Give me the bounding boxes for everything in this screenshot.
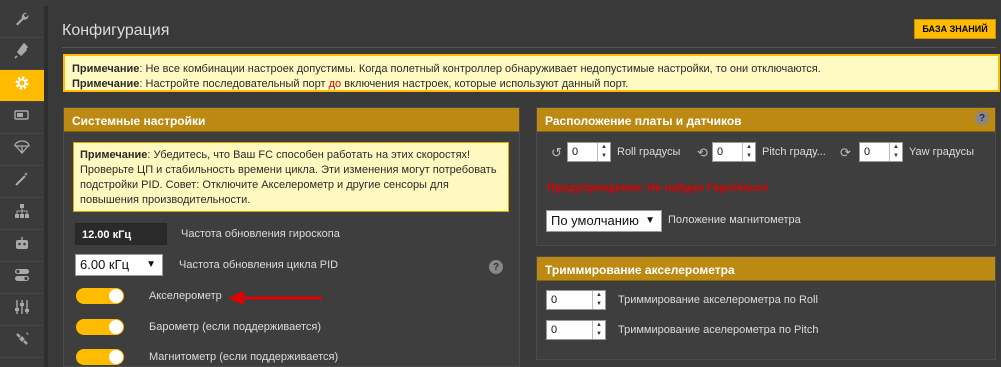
parachute-icon (14, 139, 30, 160)
board-alignment-panel: Расположение платы и датчиков ? ↺ 0 ▲ ▼ Ro… (536, 107, 996, 246)
accel-trim-panel: Триммирование акселерометра 0 ▲ ▼ Триммиро… (536, 256, 996, 360)
toggle-knob (109, 350, 123, 364)
main-content: Конфигурация БАЗА ЗНАНИЙ Примечание: Не … (48, 6, 1001, 367)
magic-wand-icon (14, 171, 30, 192)
sidebar-item-presets[interactable] (0, 166, 44, 198)
title-divider (62, 47, 996, 48)
wiki-button[interactable]: БАЗА ЗНАНИЙ (914, 19, 996, 39)
top-note-line-2: Примечание: Настройте последовательный п… (72, 78, 629, 90)
red-arrow-annotation (228, 291, 322, 305)
plug-icon (14, 42, 30, 64)
accel-trim-roll-label: Триммирование акселерометра по Roll (618, 294, 818, 306)
system-settings-title: Системные настройки (64, 108, 519, 132)
pid-rate-select[interactable]: 6.00 кГц ▼ (75, 254, 163, 276)
chevron-down-icon: ▼ (645, 215, 655, 226)
toggle-knob (109, 320, 123, 334)
sidebar-item-gps[interactable] (0, 326, 44, 358)
sidebar (0, 0, 44, 367)
mag-alignment-label: Положение магнитометра (668, 214, 801, 226)
barometer-label: Барометр (если поддерживается) (149, 321, 322, 333)
battery-icon (14, 107, 30, 128)
accel-trim-title: Триммирование акселерометра (537, 257, 995, 281)
sliders-icon (14, 299, 30, 320)
sidebar-item-configuration[interactable] (0, 70, 44, 102)
pitch-degrees-label: Pitch граду... (762, 146, 826, 158)
sidebar-item-adjustments[interactable] (0, 262, 44, 294)
pitch-degrees-input[interactable]: 0 ▲ ▼ (712, 142, 756, 162)
sidebar-item-receiver[interactable] (0, 198, 44, 230)
satellite-icon (14, 331, 30, 352)
roll-degrees-label: Roll градусы (617, 146, 681, 158)
sidebar-item-servos[interactable] (0, 294, 44, 326)
barometer-toggle[interactable] (76, 319, 124, 335)
roll-icon: ↺ (551, 145, 562, 160)
gyro-rate-label: Частота обновления гироскопа (181, 228, 340, 240)
pitch-icon: ⟲ (697, 145, 708, 160)
roll-degrees-input[interactable]: 0 ▲ ▼ (567, 142, 611, 162)
robot-icon (14, 235, 30, 256)
help-icon[interactable]: ? (489, 260, 503, 274)
gear-icon (14, 75, 30, 96)
chevron-down-icon: ▼ (146, 259, 156, 270)
magnetometer-label: Магнитометр (если поддерживается) (149, 351, 339, 363)
board-alignment-title: Расположение платы и датчиков (537, 108, 995, 132)
pid-rate-label: Частота обновления цикла PID (179, 259, 339, 271)
top-note-line-1: Примечание: Не все комбинации настроек д… (72, 63, 821, 75)
help-icon[interactable]: ? (975, 111, 989, 125)
accelerometer-label: Акселерометр (149, 290, 222, 302)
mag-alignment-select[interactable]: По умолчанию ▼ (546, 210, 662, 232)
gyro-warning: Предупреждение: Не найден Гиро/Аксел (547, 182, 769, 194)
accel-trim-pitch-label: Триммирование аселерометра по Pitch (618, 324, 819, 336)
sidebar-item-ports[interactable] (0, 38, 44, 70)
sidebar-item-failsafe[interactable] (0, 134, 44, 166)
accel-trim-pitch-input[interactable]: 0 ▲ ▼ (546, 320, 606, 340)
accel-trim-roll-input[interactable]: 0 ▲ ▼ (546, 290, 606, 310)
sidebar-item-modes[interactable] (0, 230, 44, 262)
system-settings-panel: Системные настройки Примечание: Убедитес… (63, 107, 520, 367)
top-note: Примечание: Не все комбинации настроек д… (63, 54, 1000, 92)
toggle-knob (109, 289, 123, 303)
sidebar-item-setup[interactable] (0, 6, 44, 38)
network-icon (14, 203, 30, 224)
yaw-icon: ⟳ (840, 145, 851, 160)
switches-icon (14, 267, 30, 288)
sidebar-item-power[interactable] (0, 102, 44, 134)
gyro-rate-readout: 12.00 кГц (75, 223, 167, 245)
yaw-degrees-label: Yaw градусы (909, 146, 975, 158)
wrench-icon (14, 11, 30, 32)
page-title: Конфигурация (62, 22, 170, 39)
magnetometer-toggle[interactable] (76, 349, 124, 365)
system-note: Примечание: Убедитесь, что Ваш FC способ… (73, 142, 509, 212)
yaw-degrees-input[interactable]: 0 ▲ ▼ (859, 142, 903, 162)
accelerometer-toggle[interactable] (76, 288, 124, 304)
